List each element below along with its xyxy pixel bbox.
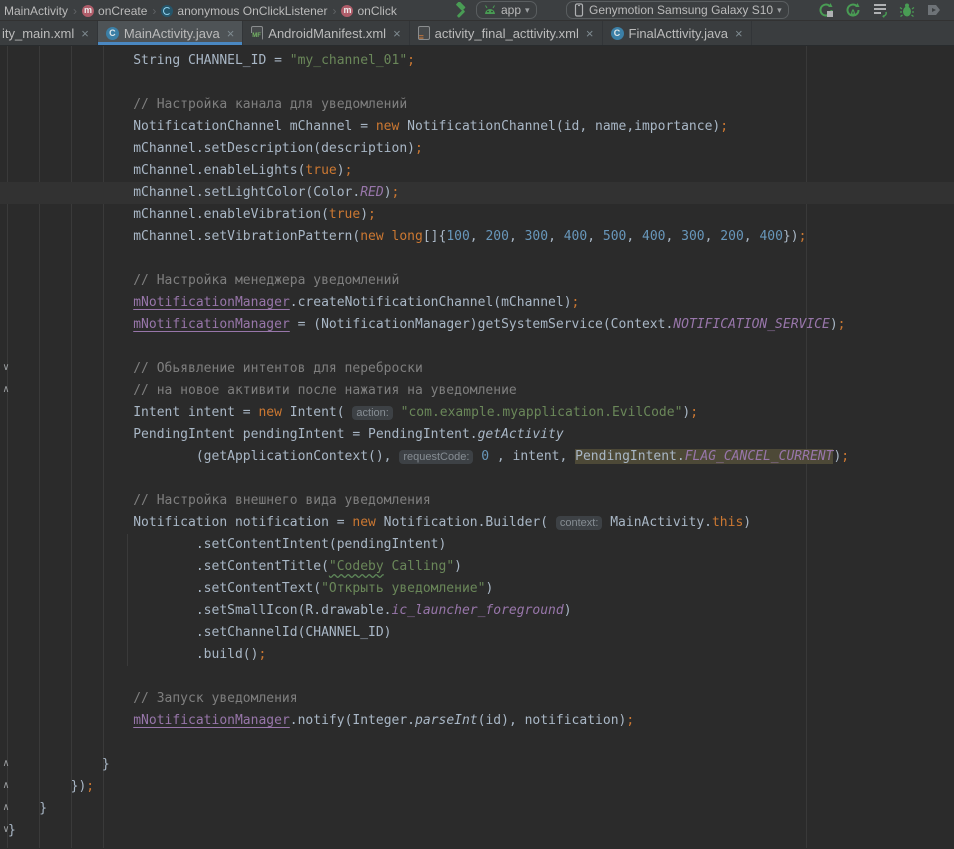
tab-close-icon[interactable]: × — [735, 26, 743, 41]
code-line: .setSmallIcon(R.drawable.ic_launcher_for… — [0, 600, 954, 622]
toolbar-actions: A — [818, 2, 942, 18]
breadcrumb-separator: › — [332, 4, 336, 18]
code-line: String CHANNEL_ID = "my_channel_01"; — [0, 50, 954, 72]
tab-FinalActtivity.java[interactable]: FinalActtivity.java × — [603, 21, 752, 45]
breadcrumb-item[interactable]: anonymous OnClickListener — [161, 4, 327, 18]
code-line: mChannel.enableVibration(true); — [0, 204, 954, 226]
breadcrumb-separator: › — [152, 4, 156, 18]
method-icon — [341, 5, 353, 17]
breadcrumb-label: onCreate — [98, 4, 147, 18]
tab-label: MainActivity.java — [124, 26, 220, 41]
apply-changes-icon[interactable] — [818, 2, 834, 18]
tab-label: AndroidManifest.xml — [268, 26, 386, 41]
run-config-selector[interactable]: app ▾ — [476, 1, 537, 19]
fold-marker-icon[interactable]: ∨ — [0, 824, 12, 836]
code-line — [0, 732, 954, 754]
apply-code-changes-icon[interactable]: A — [845, 2, 861, 18]
code-line — [0, 336, 954, 358]
code-line — [0, 248, 954, 270]
breadcrumb-separator: › — [73, 4, 77, 18]
run-tasks-list-icon[interactable] — [872, 2, 888, 18]
breadcrumb-item[interactable]: MainActivity — [4, 4, 68, 18]
code-line: mNotificationManager.createNotificationC… — [0, 292, 954, 314]
code-line: mChannel.setDescription(description); — [0, 138, 954, 160]
chevron-down-icon: ▾ — [777, 5, 782, 16]
editor[interactable]: String CHANNEL_ID = "my_channel_01"; // … — [0, 46, 954, 848]
method-icon — [82, 5, 94, 17]
class-file-icon — [106, 27, 119, 40]
fold-marker-icon[interactable]: ∧ — [0, 802, 12, 814]
device-selector[interactable]: Genymotion Samsung Galaxy S10 ▾ — [566, 1, 789, 19]
breadcrumb-label: MainActivity — [4, 4, 68, 18]
code-line: mChannel.enableLights(true); — [0, 160, 954, 182]
device-phone-icon — [573, 3, 585, 17]
code-line: .setContentText("Открыть уведомление") — [0, 578, 954, 600]
code-line — [0, 468, 954, 490]
code-line: // Обьявление интентов для переброски — [0, 358, 954, 380]
code-line: // Настройка канала для уведомлений — [0, 94, 954, 116]
code-line: mChannel.setLightColor(Color.RED); — [0, 182, 954, 204]
tab-AndroidManifest.xml[interactable]: AndroidManifest.xml × — [243, 21, 409, 45]
profile-icon[interactable] — [926, 2, 942, 18]
chevron-down-icon: ▾ — [525, 5, 530, 16]
fold-marker-icon[interactable]: ∧ — [0, 780, 12, 792]
manifest-file-icon — [251, 26, 263, 40]
breadcrumb-item[interactable]: onClick — [341, 4, 396, 18]
breadcrumb: MainActivity › onCreate › anonymous OnClickL… — [4, 0, 397, 21]
code-line — [0, 666, 954, 688]
code-line: NotificationChannel mChannel = new Notif… — [0, 116, 954, 138]
breadcrumb-label: onClick — [357, 4, 396, 18]
gutter: ∨ ∧ ∧ ∧ ∧ ∨ — [0, 46, 14, 848]
code-line: } — [0, 798, 954, 820]
code-line: PendingIntent pendingIntent = PendingInt… — [0, 424, 954, 446]
fold-marker-icon[interactable]: ∧ — [0, 384, 12, 396]
tab-MainActivity.java[interactable]: MainActivity.java × — [98, 21, 243, 45]
debug-bug-icon[interactable] — [899, 2, 915, 18]
code-line: (getApplicationContext(), requestCode: 0… — [0, 446, 954, 468]
code-line: mNotificationManager = (NotificationMana… — [0, 314, 954, 336]
code-line: // Запуск уведомления — [0, 688, 954, 710]
code-line: Notification notification = new Notifica… — [0, 512, 954, 534]
code-line: .build(); — [0, 644, 954, 666]
tab-close-icon[interactable]: × — [586, 26, 594, 41]
code-line: mNotificationManager.notify(Integer.pars… — [0, 710, 954, 732]
code-line: Intent intent = new Intent( action: "com… — [0, 402, 954, 424]
class-file-icon — [611, 27, 624, 40]
tab-close-icon[interactable]: × — [81, 26, 89, 41]
tab-label: FinalActtivity.java — [629, 26, 728, 41]
code-line: } — [0, 820, 954, 842]
run-config-label: app — [501, 3, 521, 17]
code-area: String CHANNEL_ID = "my_channel_01"; // … — [0, 46, 954, 842]
build-hammer-icon[interactable] — [452, 2, 469, 19]
main-toolbar: MainActivity › onCreate › anonymous OnClickL… — [0, 0, 954, 21]
code-line: .setContentTitle("Codeby Calling") — [0, 556, 954, 578]
tab-ity_main.xml[interactable]: ity_main.xml × — [0, 21, 98, 45]
tab-close-icon[interactable]: × — [227, 26, 235, 41]
code-line: }); — [0, 776, 954, 798]
code-line: // на новое активити после нажатия на ув… — [0, 380, 954, 402]
tab-bar: ity_main.xml×MainActivity.java×AndroidMa… — [0, 21, 954, 46]
fold-marker-icon[interactable]: ∧ — [0, 758, 12, 770]
svg-text:A: A — [850, 8, 857, 18]
fold-marker-icon[interactable]: ∨ — [0, 362, 12, 374]
android-icon — [483, 4, 497, 16]
device-label: Genymotion Samsung Galaxy S10 — [589, 3, 773, 17]
tab-close-icon[interactable]: × — [393, 26, 401, 41]
code-line: .setChannelId(CHANNEL_ID) — [0, 622, 954, 644]
code-line — [0, 72, 954, 94]
code-line: // Настройка внешнего вида уведомления — [0, 490, 954, 512]
code-line: mChannel.setVibrationPattern(new long[]{… — [0, 226, 954, 248]
anonymous-class-icon — [161, 5, 173, 17]
code-line: .setContentIntent(pendingIntent) — [0, 534, 954, 556]
tab-label: ity_main.xml — [2, 26, 74, 41]
code-line: } — [0, 754, 954, 776]
code-line: // Настройка менеджера уведомлений — [0, 270, 954, 292]
tab-label: activity_final_acttivity.xml — [435, 26, 579, 41]
breadcrumb-label: anonymous OnClickListener — [177, 4, 327, 18]
breadcrumb-item[interactable]: onCreate — [82, 4, 147, 18]
tab-activity_final_acttivity.xml[interactable]: activity_final_acttivity.xml × — [410, 21, 603, 45]
xml-file-icon — [418, 26, 430, 40]
